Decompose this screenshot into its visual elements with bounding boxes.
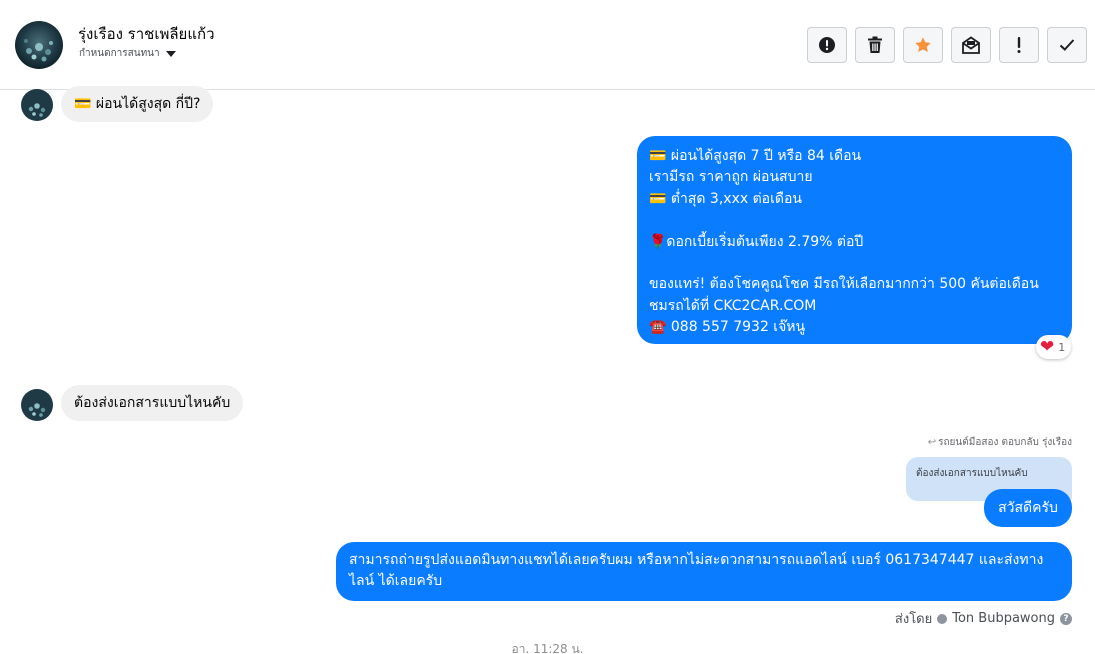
contact-avatar-small[interactable] xyxy=(21,89,53,121)
message-timestamp: อา. 11:28 น. xyxy=(511,642,584,654)
mark-unread-button[interactable] xyxy=(951,27,991,63)
reaction-count: 1 xyxy=(1058,340,1066,354)
incoming-message[interactable]: 💳 ผ่อนได้สูงสุด กี่ปี? xyxy=(61,86,214,122)
reply-arrow-icon: ↩ xyxy=(927,437,937,448)
help-icon[interactable]: ? xyxy=(1060,612,1072,625)
check-icon xyxy=(1059,39,1075,51)
envelope-open-icon xyxy=(962,36,980,54)
star-button[interactable] xyxy=(903,27,943,63)
outgoing-message[interactable]: สามารถถ่ายรูปส่งแอดมินทางแชทได้เลยครับผม… xyxy=(336,542,1072,601)
delete-button[interactable] xyxy=(855,27,895,63)
reply-note-text: รถยนต์มือสอง ตอบกลับ รุ่งเรือง xyxy=(938,437,1072,448)
exclamation-icon xyxy=(1017,37,1021,53)
sent-by-info: ส่งโดย Ton Bubpawong ? xyxy=(895,608,1072,629)
mark-spam-button[interactable] xyxy=(807,27,847,63)
user-status-icon xyxy=(937,613,948,624)
incoming-message[interactable]: ต้องส่งเอกสารแบบไหนคับ xyxy=(61,385,244,421)
contact-avatar-small[interactable] xyxy=(21,389,53,421)
trash-icon xyxy=(868,36,882,53)
reply-indicator: ↩ รถยนต์มือสอง ตอบกลับ รุ่งเรือง xyxy=(928,435,1072,450)
star-icon xyxy=(915,37,931,53)
caret-down-icon xyxy=(165,50,176,57)
heart-icon: ❤ xyxy=(1040,336,1055,357)
conversation-actions xyxy=(799,27,1087,63)
outgoing-message[interactable]: 💳 ผ่อนได้สูงสุด 7 ปี หรือ 84 เดือน เรามี… xyxy=(637,136,1072,344)
assign-conversation-label: กำหนดการสนทนา xyxy=(79,48,160,59)
mark-done-button[interactable] xyxy=(1047,27,1087,63)
contact-name[interactable]: รุ่งเรือง ราชเพลียแก้ว xyxy=(78,22,215,46)
alert-circle-icon xyxy=(819,37,835,53)
message-reaction[interactable]: ❤ 1 xyxy=(1036,335,1072,359)
sent-by-prefix: ส่งโดย xyxy=(894,612,933,627)
conversation-header: รุ่งเรือง ราชเพลียแก้ว กำหนดการสนทนา xyxy=(0,0,1095,90)
outgoing-message[interactable]: สวัสดีครับ xyxy=(984,489,1072,527)
follow-up-button[interactable] xyxy=(999,27,1039,63)
assign-conversation-dropdown[interactable]: กำหนดการสนทนา xyxy=(79,46,176,61)
sender-name: Ton Bubpawong xyxy=(952,611,1055,626)
contact-avatar[interactable] xyxy=(15,21,63,69)
